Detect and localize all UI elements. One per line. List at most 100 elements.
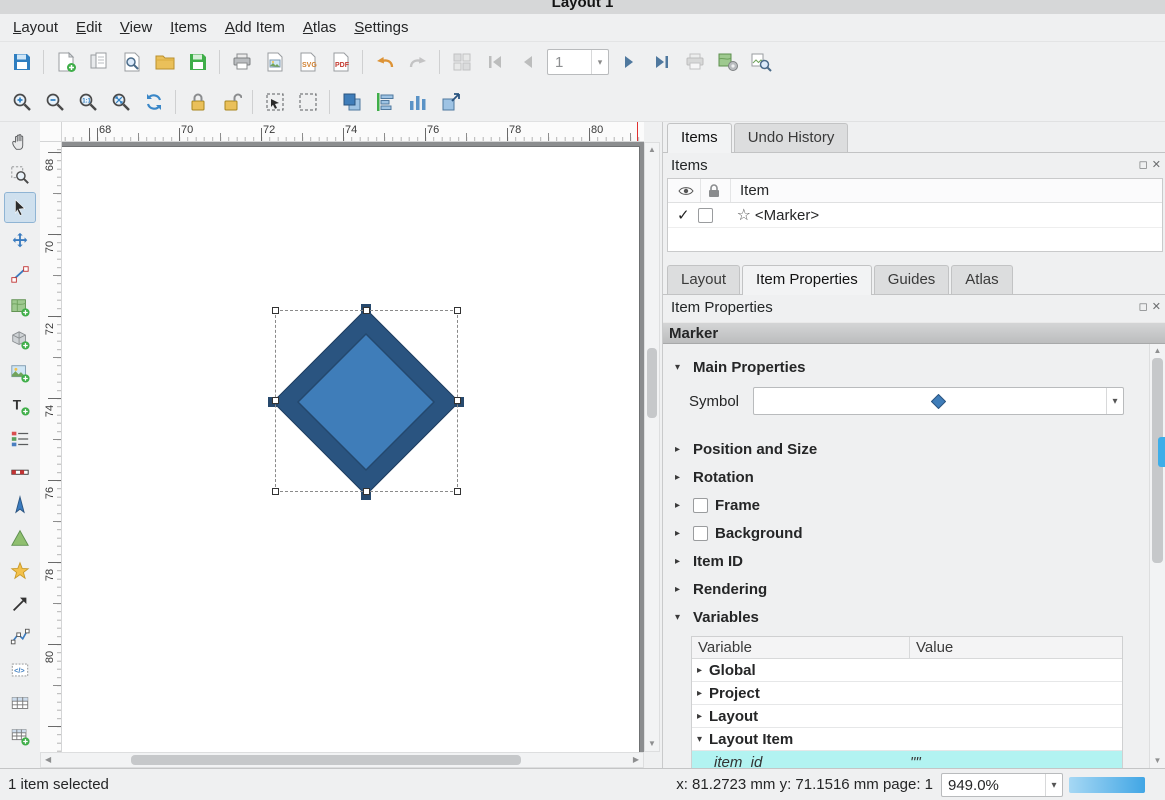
raise-items-button[interactable] — [335, 85, 368, 118]
canvas-vertical-scrollbar[interactable]: ▲ ▼ — [644, 142, 660, 752]
variable-row-item-id[interactable]: item_id "" — [692, 751, 1122, 768]
load-template-button[interactable] — [148, 46, 181, 79]
selection-handle[interactable] — [454, 307, 461, 314]
undo-button[interactable] — [368, 46, 401, 79]
print-button[interactable] — [225, 46, 258, 79]
section-rendering[interactable]: ▸ Rendering — [675, 578, 1129, 600]
selection-handle[interactable] — [272, 488, 279, 495]
section-main-properties[interactable]: ▾ Main Properties — [675, 356, 1129, 378]
symbol-dropdown-button[interactable]: ▾ — [1106, 388, 1123, 414]
tab-undo-history[interactable]: Undo History — [734, 123, 849, 152]
menu-edit[interactable]: Edit — [67, 16, 111, 39]
symbol-selector[interactable]: ▾ — [753, 387, 1124, 415]
menu-layout[interactable]: Layout — [4, 16, 67, 39]
print-atlas-button[interactable] — [678, 46, 711, 79]
canvas-horizontal-scrollbar[interactable]: ◀ ▶ — [40, 752, 644, 768]
layout-manager-button[interactable] — [115, 46, 148, 79]
marker-list-row[interactable]: ✓ ☆ <Marker> — [668, 203, 1162, 228]
add-arrow-button[interactable] — [5, 589, 35, 618]
atlas-settings-button[interactable] — [711, 46, 744, 79]
horizontal-scroll-thumb[interactable] — [131, 755, 521, 765]
atlas-page-spinbox[interactable]: 1 ▾ — [547, 49, 609, 75]
export-svg-button[interactable]: SVG — [291, 46, 324, 79]
lock-checkbox[interactable] — [698, 208, 713, 223]
tab-item-properties[interactable]: Item Properties — [742, 265, 872, 295]
zoom-in-button[interactable] — [5, 85, 38, 118]
zoom-level-combobox[interactable]: 949.0% ▾ — [941, 773, 1063, 797]
menu-view[interactable]: View — [111, 16, 161, 39]
add-shape-button[interactable] — [5, 523, 35, 552]
unlock-items-button[interactable] — [214, 85, 247, 118]
hidden-dock-handle[interactable] — [1158, 437, 1165, 467]
close-panel-icon[interactable]: ✕ — [1152, 158, 1161, 171]
export-image-button[interactable] — [258, 46, 291, 79]
add-label-button[interactable]: T — [5, 391, 35, 420]
move-content-tool[interactable] — [5, 226, 35, 255]
variables-group-project[interactable]: ▸ Project — [692, 682, 1122, 705]
edit-nodes-tool[interactable] — [5, 259, 35, 288]
deselect-all-items-button[interactable] — [291, 85, 324, 118]
add-node-item-button[interactable] — [5, 622, 35, 651]
section-background[interactable]: ▸ Background — [675, 522, 1129, 544]
spinbox-dropdown-icon[interactable]: ▾ — [591, 50, 608, 74]
scroll-right-icon[interactable]: ▶ — [633, 756, 639, 764]
distribute-items-button[interactable] — [401, 85, 434, 118]
menu-add-item[interactable]: Add Item — [216, 16, 294, 39]
redo-button[interactable] — [401, 46, 434, 79]
scroll-left-icon[interactable]: ◀ — [45, 756, 51, 764]
save-template-button[interactable] — [181, 46, 214, 79]
float-panel-icon[interactable]: ◻ — [1139, 300, 1148, 313]
scroll-up-icon[interactable]: ▲ — [1154, 347, 1162, 355]
section-rotation[interactable]: ▸ Rotation — [675, 466, 1129, 488]
vertical-scroll-thumb[interactable] — [647, 348, 657, 418]
variables-group-layout[interactable]: ▸ Layout — [692, 705, 1122, 728]
add-picture-button[interactable] — [5, 358, 35, 387]
align-items-button[interactable] — [368, 85, 401, 118]
frame-checkbox[interactable] — [693, 498, 708, 513]
tab-atlas[interactable]: Atlas — [951, 265, 1012, 294]
select-move-tool[interactable] — [5, 193, 35, 222]
add-map-button[interactable] — [5, 292, 35, 321]
selection-handle[interactable] — [454, 488, 461, 495]
zoom-full-button[interactable] — [104, 85, 137, 118]
menu-items[interactable]: Items — [161, 16, 216, 39]
section-variables[interactable]: ▾ Variables — [675, 606, 1129, 628]
refresh-button[interactable] — [137, 85, 170, 118]
layout-canvas[interactable] — [62, 142, 644, 752]
tab-layout[interactable]: Layout — [667, 265, 740, 294]
section-position-and-size[interactable]: ▸ Position and Size — [675, 438, 1129, 460]
section-frame[interactable]: ▸ Frame — [675, 494, 1129, 516]
selection-handle[interactable] — [272, 397, 279, 404]
duplicate-layout-button[interactable] — [82, 46, 115, 79]
previous-feature-button[interactable] — [511, 46, 544, 79]
pan-tool[interactable] — [5, 127, 35, 156]
tab-items[interactable]: Items — [667, 123, 732, 153]
preview-atlas-button[interactable] — [445, 46, 478, 79]
selection-handle[interactable] — [272, 307, 279, 314]
add-fixed-table-button[interactable] — [5, 721, 35, 750]
resize-items-button[interactable] — [434, 85, 467, 118]
add-marker-button[interactable] — [5, 556, 35, 585]
new-layout-button[interactable] — [49, 46, 82, 79]
lock-items-button[interactable] — [181, 85, 214, 118]
save-project-button[interactable] — [5, 46, 38, 79]
selection-handle[interactable] — [363, 488, 370, 495]
scroll-down-icon[interactable]: ▼ — [1154, 757, 1162, 765]
selection-handle[interactable] — [454, 397, 461, 404]
scroll-up-icon[interactable]: ▲ — [648, 146, 656, 154]
add-legend-button[interactable] — [5, 424, 35, 453]
tab-guides[interactable]: Guides — [874, 265, 950, 294]
next-feature-button[interactable] — [612, 46, 645, 79]
export-atlas-button[interactable] — [744, 46, 777, 79]
add-html-button[interactable]: </> — [5, 655, 35, 684]
menu-settings[interactable]: Settings — [345, 16, 417, 39]
background-checkbox[interactable] — [693, 526, 708, 541]
export-pdf-button[interactable]: PDF — [324, 46, 357, 79]
last-feature-button[interactable] — [645, 46, 678, 79]
add-north-arrow-button[interactable] — [5, 490, 35, 519]
selection-handle[interactable] — [363, 307, 370, 314]
variables-group-global[interactable]: ▸ Global — [692, 659, 1122, 682]
zoom-actual-button[interactable]: 1:1 — [71, 85, 104, 118]
scroll-down-icon[interactable]: ▼ — [648, 740, 656, 748]
section-item-id[interactable]: ▸ Item ID — [675, 550, 1129, 572]
